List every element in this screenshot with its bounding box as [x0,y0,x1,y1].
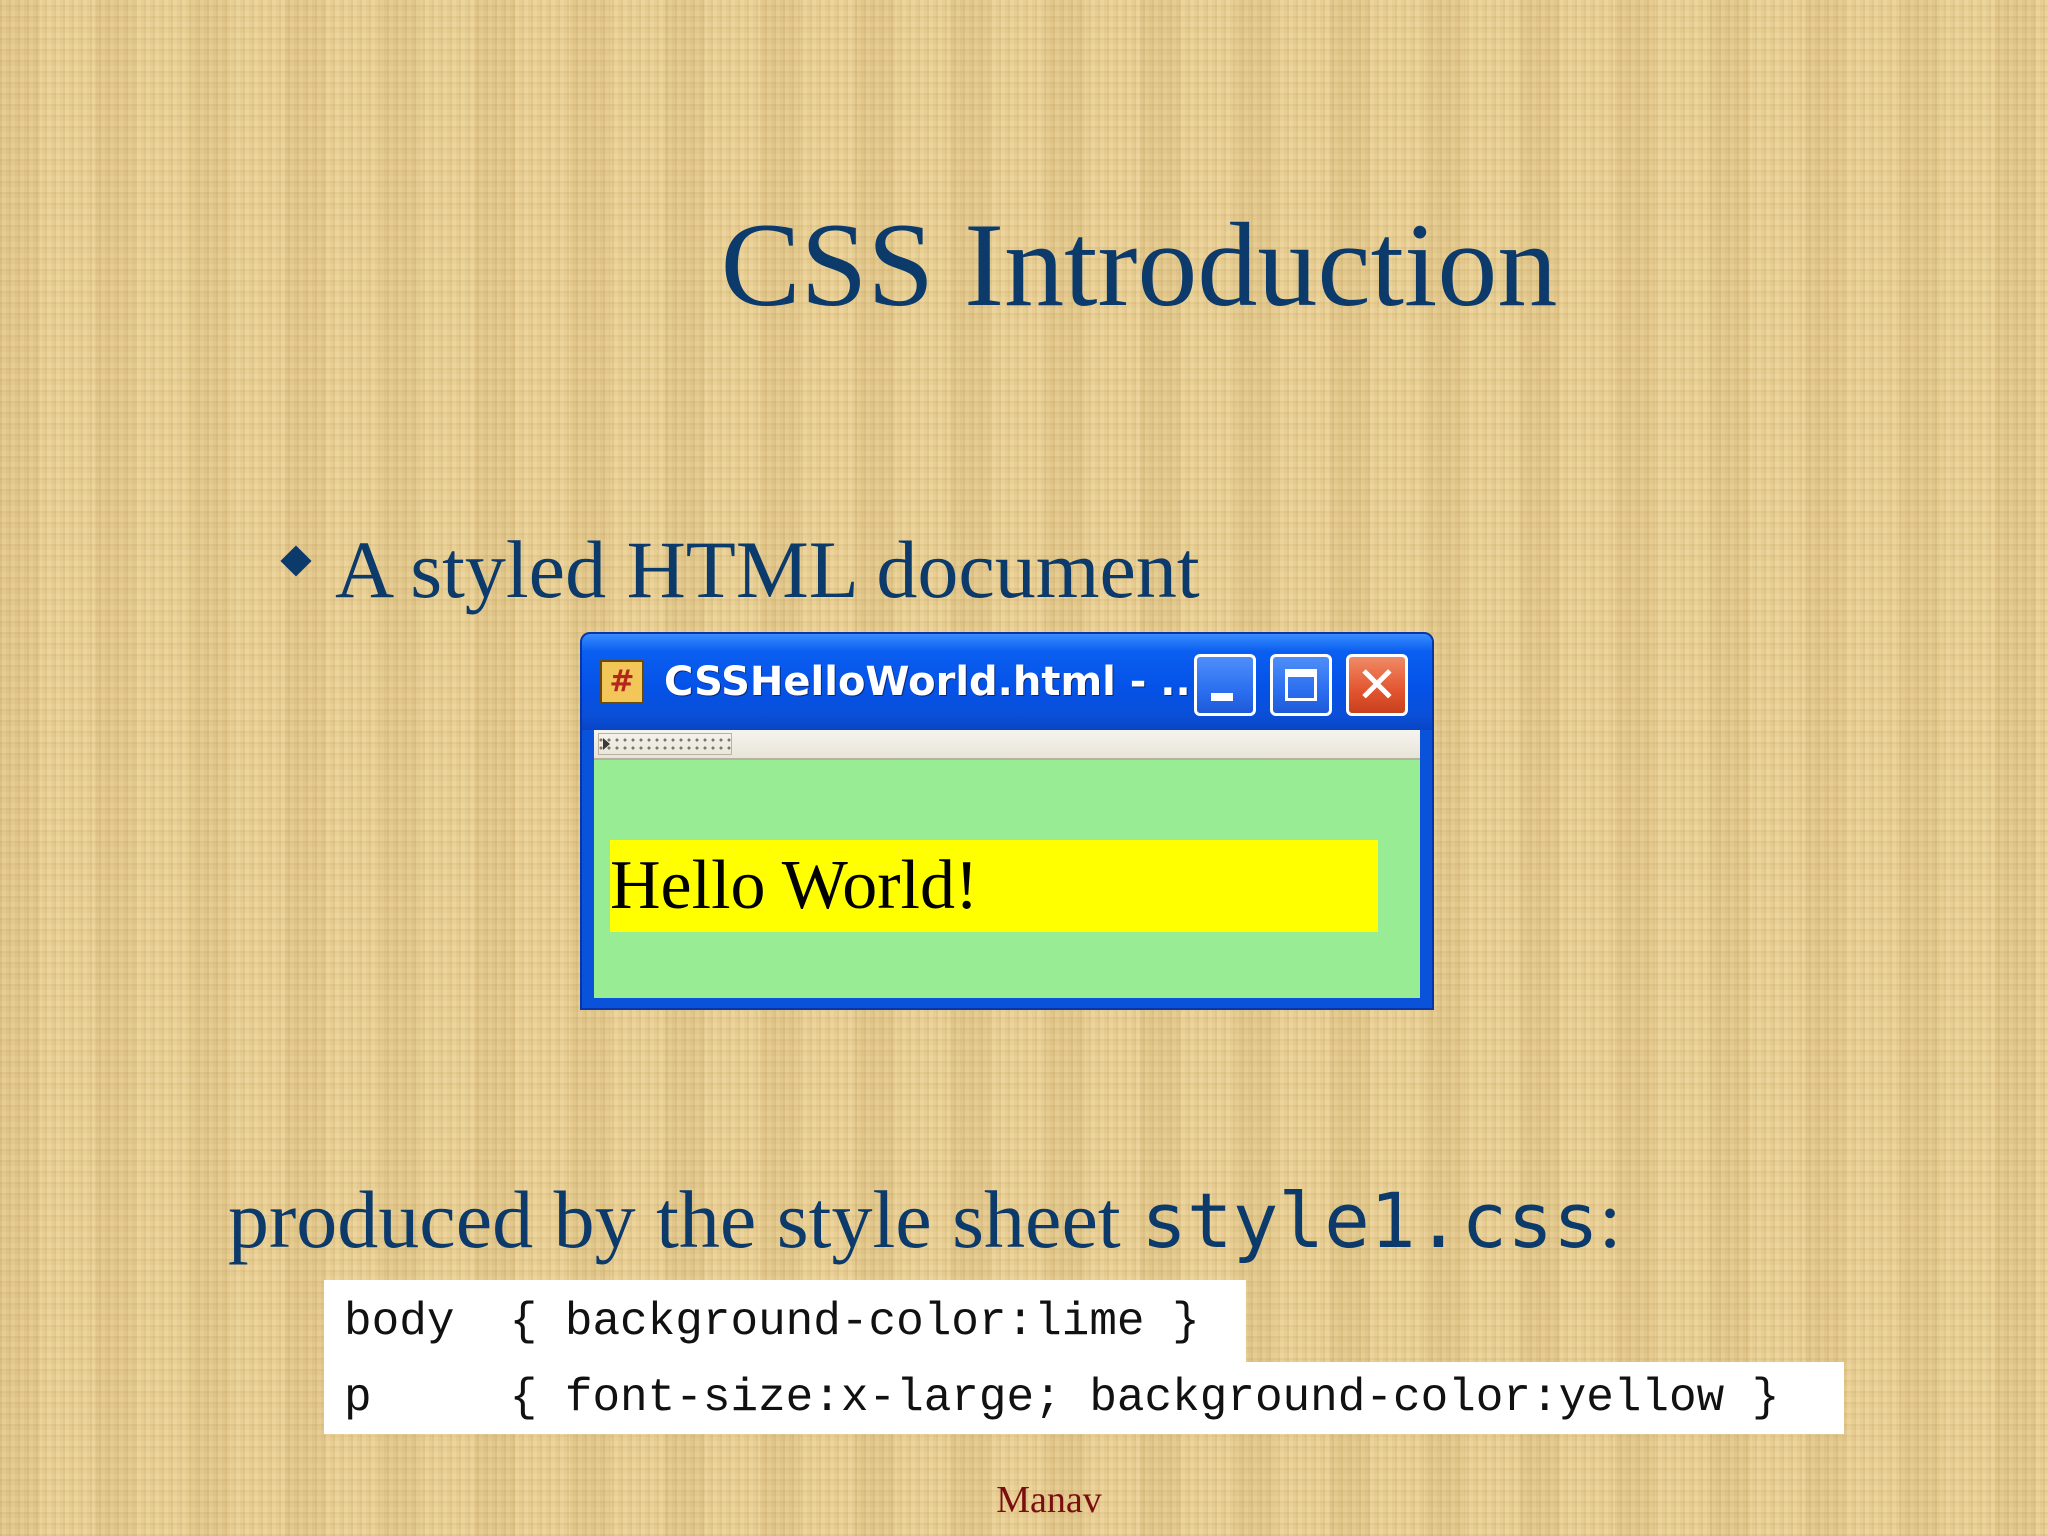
bullet-text: A styled HTML document [335,524,1200,615]
window-toolbar [594,730,1420,760]
maximize-icon [1285,669,1317,701]
diamond-bullet-icon [280,545,312,577]
toolbar-grip[interactable] [598,733,732,755]
page-body: Hello World! [594,760,1420,998]
slide-title: CSS Introduction [720,198,1558,331]
css-rule-body: body { background-color:lime } [344,1296,1200,1348]
close-button[interactable]: ✕ [1346,654,1408,716]
close-icon: ✕ [1356,656,1398,714]
css-rule-p: p { font-size:x-large; background-color:… [344,1372,1780,1424]
browser-window-screenshot: # CSSHelloWorld.html - ... ✕ Hello World… [580,632,1434,1010]
stylesheet-filename: style1.css [1141,1176,1599,1265]
hello-paragraph: Hello World! [610,840,1378,932]
window-titlebar[interactable]: # CSSHelloWorld.html - ... ✕ [582,634,1432,730]
toolbar-arrow-icon [603,738,610,750]
maximize-button[interactable] [1270,654,1332,716]
produced-suffix: : [1598,1174,1622,1265]
css-code-line-2: p { font-size:x-large; background-color:… [324,1362,1844,1434]
produced-by-text: produced by the style sheet style1.css: [228,1165,1622,1276]
css-code-line-1: body { background-color:lime } [324,1280,1246,1362]
footer-author: Manav [996,1479,1102,1521]
minimize-button[interactable] [1194,654,1256,716]
window-title: CSSHelloWorld.html - ... [664,659,1206,705]
app-icon: # [600,660,644,704]
minimize-icon [1211,693,1233,701]
produced-prefix: produced by the style sheet [228,1174,1142,1265]
